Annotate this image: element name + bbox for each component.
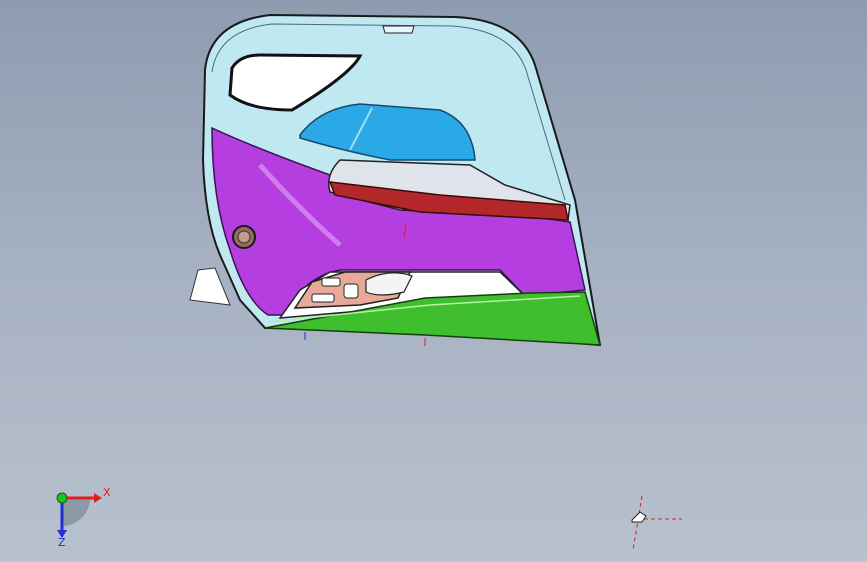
door-panel-model[interactable]	[0, 0, 867, 562]
graphics-viewport[interactable]: X Z	[0, 0, 867, 562]
switch-button-3[interactable]	[343, 283, 359, 299]
door-top-latch[interactable]	[382, 25, 415, 34]
x-axis-label: X	[103, 486, 111, 499]
mirror-flag-piece[interactable]	[189, 267, 231, 306]
y-axis-dot	[56, 492, 68, 504]
speaker-center	[237, 230, 251, 244]
switch-button-2[interactable]	[321, 277, 341, 287]
view-orientation-triad[interactable]: X Z	[40, 480, 120, 550]
origin-marker[interactable]	[620, 494, 690, 554]
origin-v-dash	[632, 495, 643, 551]
z-axis-label: Z	[58, 536, 66, 549]
origin-icon	[631, 511, 647, 523]
switch-button-1[interactable]	[311, 293, 335, 303]
triad-shadow	[62, 498, 90, 526]
x-axis-arrow	[94, 493, 102, 503]
